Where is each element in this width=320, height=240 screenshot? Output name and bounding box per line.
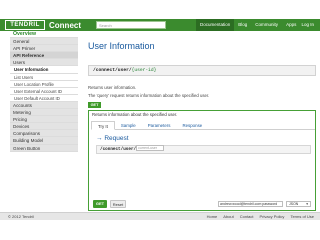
chevron-down-icon: ▾	[306, 202, 308, 206]
reset-button[interactable]: Reset	[110, 200, 126, 208]
footer-link-privacy[interactable]: Privacy Policy	[260, 213, 285, 221]
endpoint-param: {user-id}	[131, 68, 157, 73]
footer: © 2012 Tendril Home About Contact Privac…	[0, 212, 320, 220]
tendril-logo: TENDRIL	[5, 20, 45, 30]
sidebar-item-accounts[interactable]: Accounts	[10, 101, 78, 110]
endpoint-path-text: /connect/user/	[93, 68, 132, 73]
footer-link-home[interactable]: Home	[207, 213, 218, 221]
sidebar-item-general[interactable]: General	[10, 38, 78, 46]
tab-sample[interactable]: Sample	[115, 121, 142, 130]
credentials-field[interactable]: andrew.wood@tendril.com:password	[218, 201, 283, 207]
sidebar-item-metering[interactable]: Metering	[10, 109, 78, 117]
footer-link-about[interactable]: About	[223, 213, 233, 221]
send-get-button[interactable]: GET	[93, 200, 107, 208]
nav-blog[interactable]: Blog	[234, 19, 251, 31]
tab-response[interactable]: Response	[176, 121, 208, 130]
api-console-panel: Returns information about the specified …	[88, 110, 316, 211]
request-path-box: /connect/user/current-user	[96, 145, 311, 154]
method-badge: GET	[88, 102, 101, 108]
endpoint-summary: Returns user information.	[88, 85, 137, 90]
tab-parameters[interactable]: Parameters	[142, 121, 177, 130]
nav-community[interactable]: Community	[251, 19, 282, 31]
sidebar-item-building-model[interactable]: Building Model	[10, 137, 78, 145]
sidebar-item-pricing[interactable]: Pricing	[10, 116, 78, 124]
brand-logo[interactable]: TENDRIL Connect	[5, 20, 81, 30]
sidebar-item-user-location-profile[interactable]: User Location Profile	[10, 80, 78, 88]
sidebar-item-user-external-account-id[interactable]: User External Account ID	[10, 87, 78, 95]
console-tabs: Try It Sample Parameters Response	[91, 121, 315, 130]
copyright: © 2012 Tendril	[8, 214, 34, 219]
request-controls: GET Reset andrew.wood@tendril.com:passwo…	[93, 200, 313, 210]
endpoint-path: /connect/user/{user-id}	[88, 65, 316, 76]
main-content: User Information /connect/user/{user-id}…	[86, 31, 316, 211]
sidebar-item-list-users[interactable]: List Users	[10, 73, 78, 81]
sidebar: Overview General API Primer API Referenc…	[10, 31, 78, 214]
request-path: /connect/user/	[100, 147, 137, 152]
panel-description: Returns information about the specified …	[92, 112, 178, 117]
tab-try-it[interactable]: Try It	[91, 121, 115, 130]
request-heading-label: Request	[104, 135, 129, 142]
page-title: User Information	[88, 41, 155, 51]
sidebar-item-user-information[interactable]: User Information	[10, 66, 78, 74]
format-select-value: JSON	[289, 202, 299, 206]
sidebar-item-users[interactable]: Users	[10, 59, 78, 67]
endpoint-description: The 'query' request returns information …	[88, 93, 210, 98]
user-id-input[interactable]: current-user	[136, 145, 165, 152]
sidebar-item-green-button[interactable]: Green Button	[10, 144, 78, 152]
footer-link-contact[interactable]: Contact	[240, 213, 254, 221]
format-select[interactable]: JSON ▾	[286, 201, 311, 207]
sidebar-item-api-reference[interactable]: API Reference	[10, 52, 78, 60]
sidebar-item-user-default-account-id[interactable]: User Default Account ID	[10, 94, 78, 102]
sidebar-item-overview[interactable]: Overview	[10, 31, 78, 39]
search-input[interactable]: Search	[96, 21, 166, 29]
sidebar-item-comparisons[interactable]: Comparisons	[10, 130, 78, 138]
sidebar-item-api-primer[interactable]: API Primer	[10, 45, 78, 53]
login-link[interactable]: Log In	[301, 19, 314, 31]
request-heading[interactable]: → Request	[96, 135, 129, 142]
top-navigation-bar: TENDRIL Connect Search Documentation Blo…	[0, 19, 320, 31]
sidebar-item-devices[interactable]: Devices	[10, 123, 78, 131]
nav-apps[interactable]: Apps	[282, 19, 300, 31]
footer-link-terms[interactable]: Terms of Use	[290, 213, 314, 221]
app-name: Connect	[49, 20, 81, 30]
nav-documentation[interactable]: Documentation	[196, 19, 235, 31]
footer-links: Home About Contact Privacy Policy Terms …	[201, 213, 314, 221]
main-nav: Documentation Blog Community Apps	[196, 19, 300, 31]
